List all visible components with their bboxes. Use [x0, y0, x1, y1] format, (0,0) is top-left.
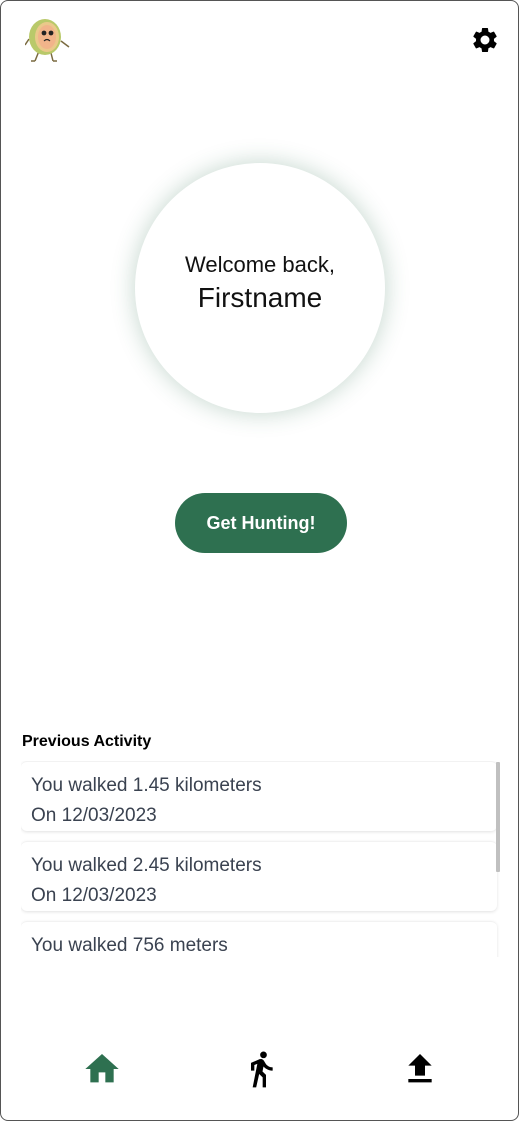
- activity-date: On 12/03/2023: [31, 885, 157, 906]
- app-screen: Welcome back, Firstname Get Hunting! Pre…: [0, 0, 519, 1121]
- walking-icon: [241, 1047, 281, 1096]
- welcome-card: Welcome back, Firstname: [135, 163, 385, 413]
- activity-item[interactable]: You walked 756 meters: [21, 921, 497, 957]
- get-hunting-button[interactable]: Get Hunting!: [175, 493, 347, 553]
- activity-date: On 12/03/2023: [31, 805, 157, 826]
- activity-scrollbar[interactable]: [496, 762, 500, 872]
- gear-icon[interactable]: [470, 25, 500, 55]
- melon-logo-icon: [24, 13, 73, 65]
- activity-distance: You walked 756 meters: [31, 935, 228, 956]
- previous-activity-heading: Previous Activity: [22, 733, 152, 750]
- nav-upload[interactable]: [400, 1049, 440, 1093]
- activity-list[interactable]: You walked 1.45 kilometers On 12/03/2023…: [21, 761, 501, 957]
- activity-item[interactable]: You walked 2.45 kilometers On 12/03/2023: [21, 841, 497, 911]
- bottom-navigation: [1, 1041, 518, 1101]
- activity-distance: You walked 1.45 kilometers: [31, 775, 262, 796]
- nav-walk[interactable]: [241, 1049, 281, 1093]
- nav-home[interactable]: [82, 1049, 122, 1093]
- activity-distance: You walked 2.45 kilometers: [31, 855, 262, 876]
- user-firstname: Firstname: [197, 282, 323, 313]
- upload-icon: [400, 1049, 440, 1094]
- activity-item[interactable]: You walked 1.45 kilometers On 12/03/2023: [21, 761, 497, 831]
- welcome-greeting: Welcome back,: [185, 252, 335, 277]
- home-icon: [82, 1049, 122, 1094]
